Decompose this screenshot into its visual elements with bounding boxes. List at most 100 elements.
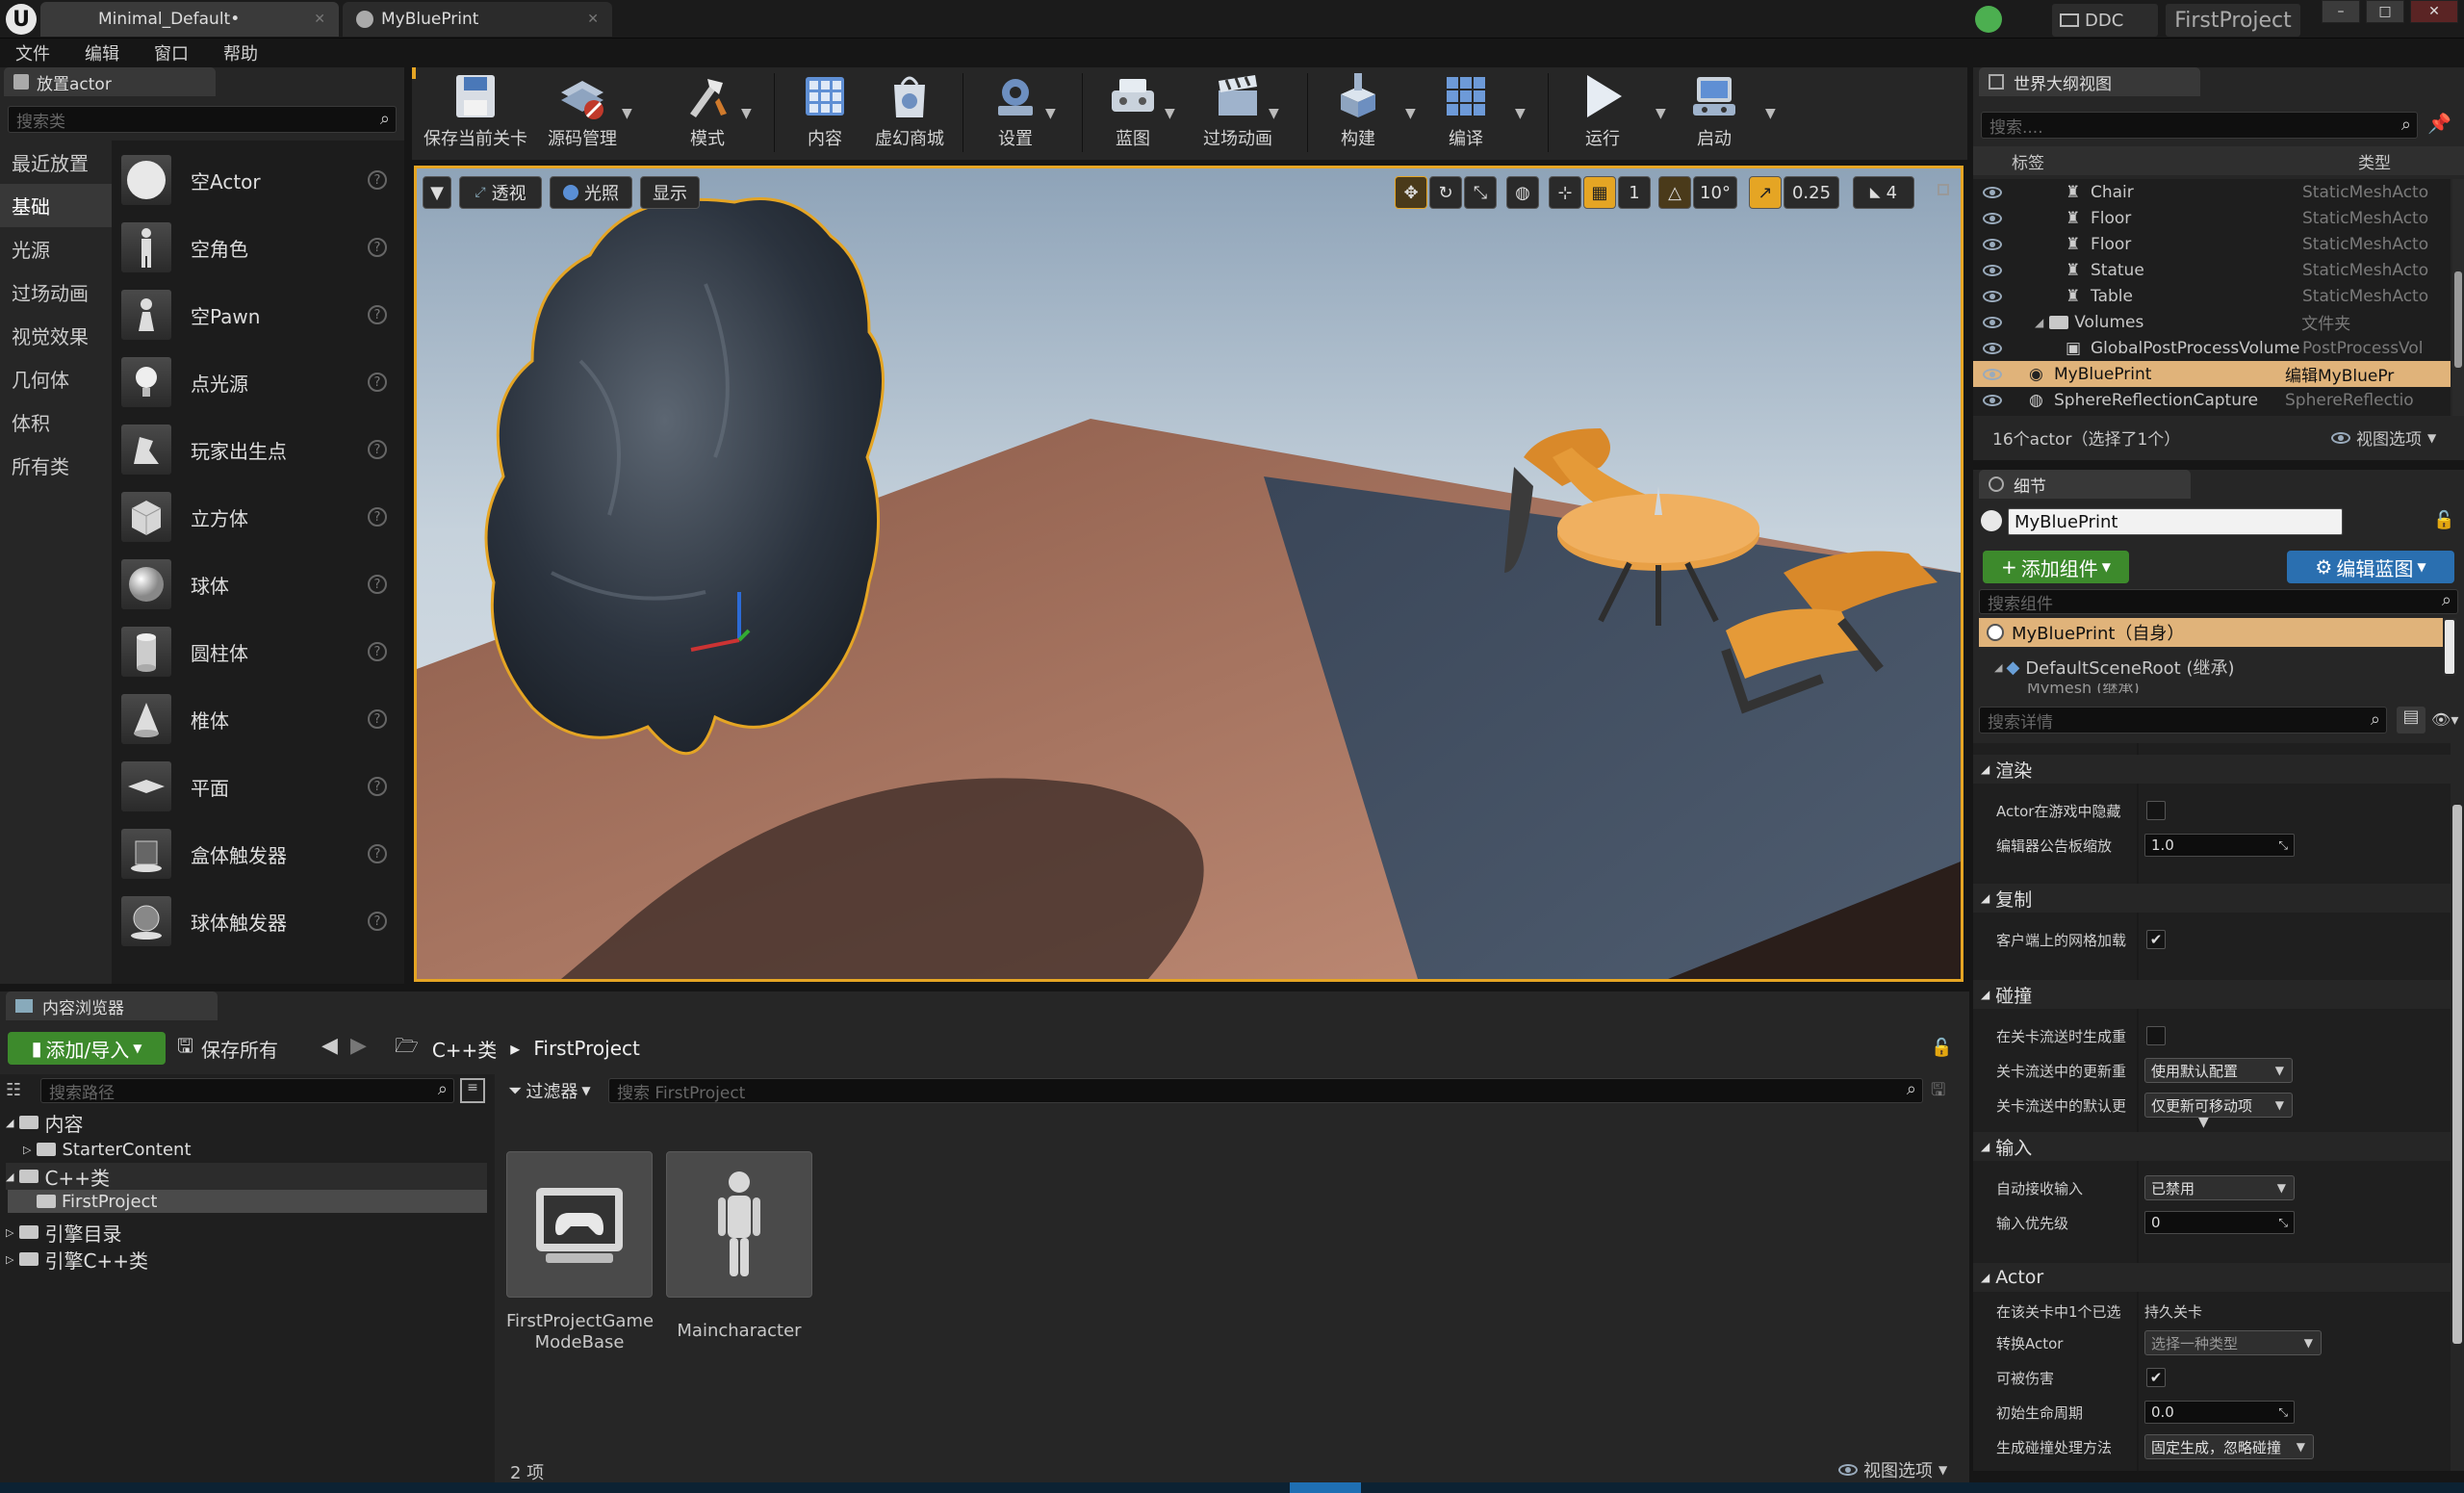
modes-button[interactable]: 模式: [664, 69, 751, 156]
actor-item-cone[interactable]: 椎体?: [112, 685, 400, 753]
blueprints-button[interactable]: 蓝图: [1090, 69, 1176, 156]
section-collision[interactable]: ◢ 碰撞: [1973, 980, 2451, 1009]
initial-life-input[interactable]: 0.0 ⤡: [2144, 1401, 2295, 1424]
breadcrumb-item[interactable]: C++类: [432, 1035, 497, 1063]
actor-item-plane[interactable]: 平面?: [112, 753, 400, 820]
menu-window[interactable]: 窗口: [154, 40, 189, 65]
content-browser-tab[interactable]: 内容浏览器: [6, 991, 218, 1020]
asset-tile[interactable]: Maincharacter: [666, 1151, 812, 1341]
close-button[interactable]: ✕: [2410, 0, 2458, 23]
surface-snap-icon[interactable]: ⊹: [1549, 176, 1581, 209]
marketplace-button[interactable]: 虚幻商城: [866, 69, 953, 156]
visibility-eye-icon[interactable]: [1983, 264, 2002, 276]
section-replication[interactable]: ◢ 复制: [1973, 884, 2451, 913]
category-geometry[interactable]: 几何体: [0, 357, 112, 400]
hidden-in-game-checkbox[interactable]: [2146, 801, 2166, 820]
visibility-eye-icon[interactable]: [1983, 186, 2002, 198]
visibility-eye-icon[interactable]: [1983, 368, 2002, 380]
perspective-button[interactable]: ⤢ 透视: [459, 176, 542, 209]
category-basic[interactable]: 基础: [0, 184, 112, 227]
visibility-eye-icon[interactable]: [1983, 212, 2002, 224]
visibility-eye-icon[interactable]: [1983, 316, 2002, 328]
collapsed-arrow-icon[interactable]: ▷: [23, 1144, 31, 1156]
collapse-arrow-icon[interactable]: ◢: [1981, 891, 1989, 905]
edit-blueprint-button[interactable]: ⚙ 编辑蓝图 ▼: [2287, 551, 2454, 583]
close-icon[interactable]: ✕: [314, 12, 325, 27]
show-button[interactable]: 显示: [640, 176, 700, 209]
lit-mode-button[interactable]: 光照: [550, 176, 632, 209]
rotate-snap-value[interactable]: 10°: [1693, 176, 1737, 209]
outliner-scrollbar[interactable]: [2452, 179, 2464, 416]
tree-item[interactable]: ▷ StarterContent: [23, 1136, 192, 1163]
update-overlap-dropdown[interactable]: 使用默认配置: [2144, 1058, 2293, 1083]
outliner-search[interactable]: 搜索.... ⌕: [1981, 112, 2418, 139]
input-priority-input[interactable]: 0 ⤡: [2144, 1211, 2295, 1234]
spawn-collision-dropdown[interactable]: 固定生成，忽略碰撞: [2144, 1434, 2314, 1459]
save-all-button[interactable]: 🖫 保存所有: [177, 1032, 278, 1065]
help-icon[interactable]: ?: [368, 777, 387, 796]
category-cinematic[interactable]: 过场动画: [0, 270, 112, 314]
menu-edit[interactable]: 编辑: [85, 40, 119, 65]
help-icon[interactable]: ?: [368, 305, 387, 324]
help-icon[interactable]: ?: [368, 170, 387, 190]
details-scrollbar-thumb[interactable]: [2452, 805, 2462, 1344]
visibility-eye-icon[interactable]: [1983, 342, 2002, 354]
chevron-down-icon[interactable]: ▼: [1656, 106, 1666, 121]
scale-tool-icon[interactable]: ⤡: [1464, 176, 1497, 209]
generate-overlap-checkbox[interactable]: [2146, 1026, 2166, 1045]
collapse-arrow-icon[interactable]: ◢: [1981, 762, 1989, 776]
level-viewport[interactable]: ▼ ⤢ 透视 光照 显示 ✥ ↻ ⤡ ◍ ⊹ ▦ 1 △ 10° ↗ 0.25 ◣…: [414, 166, 1964, 982]
outliner-row-selected[interactable]: ◉ MyBluePrint 编辑MyBluePr: [1973, 361, 2451, 387]
outliner-row[interactable]: ◢ Volumes 文件夹: [1973, 309, 2451, 335]
chevron-down-icon[interactable]: ▼: [1515, 106, 1526, 121]
actor-item-box-trigger[interactable]: 盒体触发器?: [112, 820, 400, 888]
outliner-row-type[interactable]: 编辑MyBluePr: [2285, 362, 2394, 386]
launch-button[interactable]: 启动: [1671, 69, 1758, 156]
details-search[interactable]: 搜索详情 ⌕: [1979, 707, 2387, 734]
category-visual-effects[interactable]: 视觉效果: [0, 314, 112, 357]
rotate-tool-icon[interactable]: ↻: [1429, 176, 1462, 209]
eye-filter-icon[interactable]: 👁▾: [2431, 710, 2458, 729]
forward-arrow-icon[interactable]: ▶: [350, 1034, 367, 1058]
outliner-row[interactable]: ♜ Floor StaticMeshActo: [1973, 231, 2451, 257]
lock-icon[interactable]: 🔓: [1931, 1038, 1952, 1058]
outliner-row[interactable]: ♜ Floor StaticMeshActo: [1973, 205, 2451, 231]
help-icon[interactable]: ?: [368, 709, 387, 729]
viewport-scene[interactable]: [417, 168, 1961, 979]
expand-arrow-icon[interactable]: ◢: [2035, 316, 2043, 329]
lock-icon[interactable]: 🔓: [2433, 510, 2454, 530]
pin-icon[interactable]: 📌: [2427, 112, 2454, 139]
build-button[interactable]: 构建: [1315, 69, 1401, 156]
actor-item-empty-actor[interactable]: 空Actor?: [112, 146, 400, 214]
asset-thumbnail[interactable]: [666, 1151, 812, 1298]
menu-help[interactable]: 帮助: [223, 40, 258, 65]
chevron-down-icon[interactable]: ▼: [1765, 106, 1776, 121]
outliner-view-options[interactable]: 视图选项 ▼: [2331, 425, 2436, 450]
close-icon[interactable]: ✕: [587, 12, 599, 27]
component-self-row[interactable]: MyBluePrint（自身）: [1979, 618, 2443, 647]
details-tab[interactable]: 细节: [1979, 470, 2191, 499]
tree-item[interactable]: ▷ 引擎C++类: [6, 1246, 148, 1273]
help-icon[interactable]: ?: [368, 844, 387, 863]
billboard-scale-input[interactable]: 1.0 ⤡: [2144, 834, 2295, 857]
tree-item[interactable]: ◢ 内容: [6, 1109, 83, 1136]
chevron-down-icon[interactable]: ▼: [1269, 106, 1279, 121]
asset-thumbnail[interactable]: [506, 1151, 653, 1298]
collapsed-arrow-icon[interactable]: ▷: [6, 1253, 13, 1266]
component-child-row[interactable]: Mymesh (继承): [2027, 683, 2140, 693]
compile-button[interactable]: 编译: [1423, 69, 1509, 156]
visibility-eye-icon[interactable]: [1983, 238, 2002, 250]
actor-item-sphere[interactable]: 球体?: [112, 551, 400, 618]
menu-file[interactable]: 文件: [15, 40, 50, 65]
section-rendering[interactable]: ◢ 渲染: [1973, 755, 2451, 784]
components-scrollbar[interactable]: [2443, 618, 2456, 676]
section-actor[interactable]: ◢ Actor: [1973, 1263, 2451, 1292]
ddc-indicator[interactable]: DDC: [2052, 4, 2158, 37]
outliner-row[interactable]: ▣ GlobalPostProcessVolume PostProcessVol: [1973, 335, 2451, 361]
expand-advanced-icon[interactable]: ▼: [2198, 1115, 2209, 1130]
world-space-icon[interactable]: ◍: [1506, 176, 1539, 209]
help-icon[interactable]: ?: [368, 507, 387, 527]
add-component-button[interactable]: + 添加组件 ▼: [1983, 551, 2129, 583]
unreal-logo-icon[interactable]: U: [6, 4, 37, 35]
outliner-row[interactable]: ◍ SphereReflectionCapture SphereReflectio: [1973, 387, 2451, 413]
